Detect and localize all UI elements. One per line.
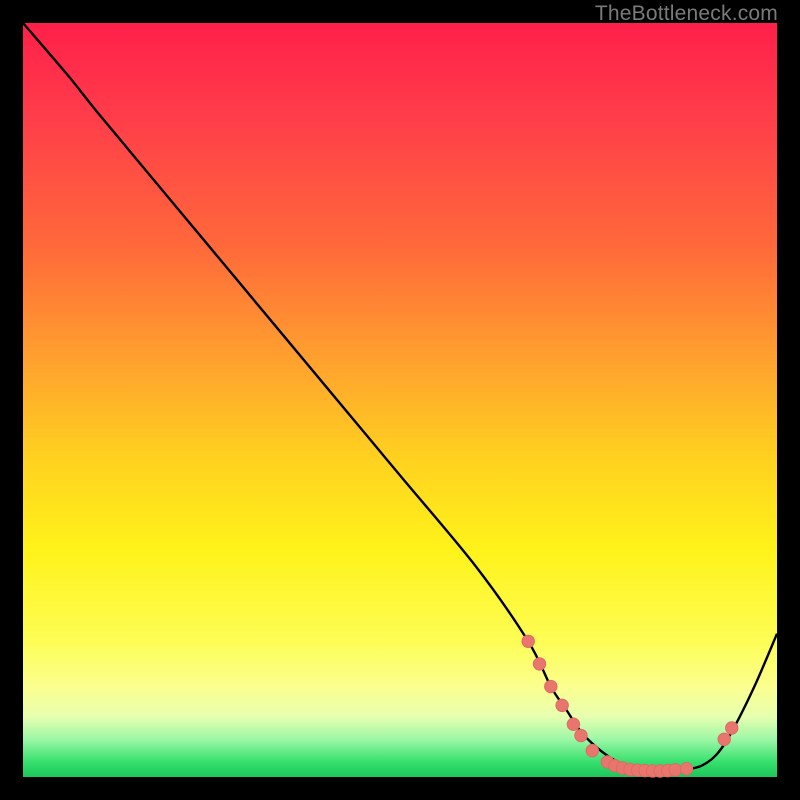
data-marker <box>680 763 692 775</box>
data-marker <box>669 764 681 776</box>
chart-frame: TheBottleneck.com <box>0 0 800 800</box>
data-marker <box>726 722 738 734</box>
watermark-label: TheBottleneck.com <box>595 2 778 26</box>
data-marker <box>522 635 534 647</box>
marker-group <box>522 635 738 777</box>
data-marker <box>567 718 579 730</box>
data-marker <box>718 733 730 745</box>
data-marker <box>586 744 598 756</box>
chart-svg <box>23 23 777 777</box>
bottleneck-curve <box>23 23 777 771</box>
data-marker <box>533 658 545 670</box>
data-marker <box>575 729 587 741</box>
data-marker <box>556 699 568 711</box>
data-marker <box>545 680 557 692</box>
